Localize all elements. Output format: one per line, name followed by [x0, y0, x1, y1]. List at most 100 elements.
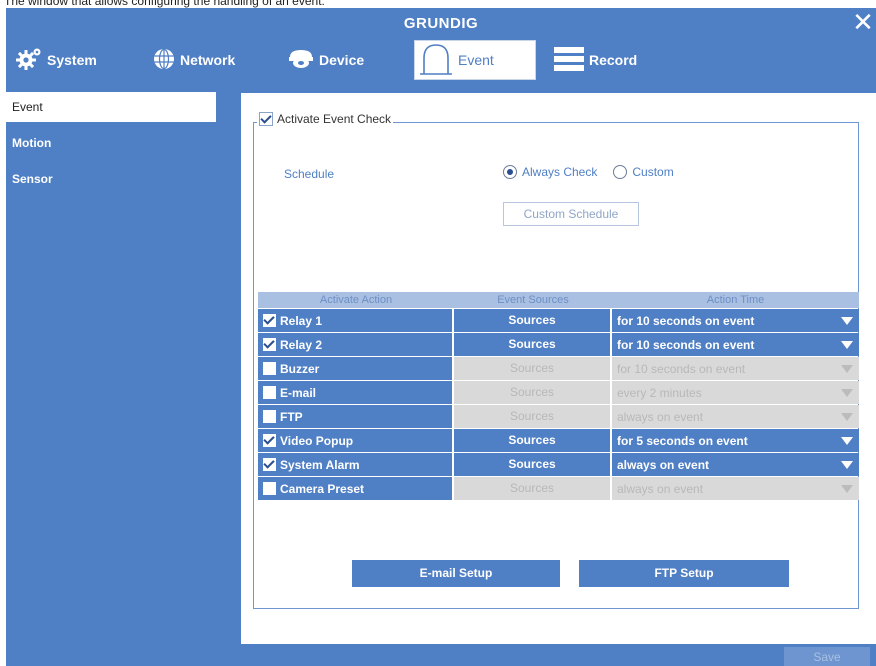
always-check-label: Always Check	[522, 165, 598, 179]
tab-network-label: Network	[180, 52, 236, 68]
sources-button[interactable]: Sources	[454, 405, 610, 428]
sources-button[interactable]: Sources	[454, 477, 610, 500]
sidebar-item-motion[interactable]: Motion	[6, 126, 218, 160]
chevron-down-icon	[841, 316, 853, 325]
header-action-time: Action Time	[706, 294, 765, 306]
save-button[interactable]: Save	[784, 647, 870, 666]
action-time-value: for 5 seconds on event	[617, 433, 748, 448]
schedule-label: Schedule	[284, 167, 335, 181]
tab-system-label: System	[47, 52, 97, 68]
table-row: FTP Sources always on event	[258, 405, 859, 428]
tab-record[interactable]: Record	[554, 40, 637, 80]
header-activate-action: Activate Action	[319, 294, 393, 306]
email-setup-button[interactable]: E-mail Setup	[352, 560, 560, 587]
action-cell: Video Popup	[258, 429, 452, 452]
action-checkbox[interactable]	[263, 386, 276, 399]
action-label: Camera Preset	[280, 481, 365, 496]
dvr-settings-window: GRUNDIG ✕ System Network Device Event Re…	[6, 8, 876, 666]
action-label: System Alarm	[280, 457, 360, 472]
action-cell: Buzzer	[258, 357, 452, 380]
sidebar-item-event[interactable]: Event	[6, 92, 216, 122]
tab-record-label: Record	[589, 52, 638, 68]
table-header: Activate Action Event Sources Action Tim…	[258, 292, 859, 308]
action-time-select[interactable]: for 10 seconds on event	[612, 309, 859, 332]
action-checkbox[interactable]	[263, 482, 276, 495]
action-label: Relay 2	[280, 337, 323, 352]
action-time-select[interactable]: always on event	[612, 405, 859, 428]
action-label: FTP	[280, 409, 303, 424]
action-time-select[interactable]: every 2 minutes	[612, 381, 859, 404]
action-checkbox[interactable]	[263, 314, 276, 327]
tab-device[interactable]: Device	[288, 40, 364, 80]
action-checkbox[interactable]	[263, 458, 276, 471]
custom-label: Custom	[632, 165, 674, 179]
action-time-select[interactable]: for 10 seconds on event	[612, 357, 859, 380]
action-time-value: always on event	[617, 409, 704, 424]
tab-event-label: Event	[458, 52, 494, 68]
sources-button[interactable]: Sources	[454, 453, 610, 476]
title-bar: GRUNDIG ✕	[6, 8, 876, 38]
tab-system[interactable]: System	[16, 40, 97, 80]
action-time-value: always on event	[617, 457, 710, 472]
action-time-select[interactable]: always on event	[612, 453, 859, 476]
tab-device-label: Device	[319, 52, 365, 68]
chevron-down-icon	[841, 388, 853, 397]
action-label: Relay 1	[280, 313, 323, 328]
action-checkbox[interactable]	[263, 338, 276, 351]
action-label: Buzzer	[280, 361, 320, 376]
action-time-select[interactable]: for 5 seconds on event	[612, 429, 859, 452]
table-row: Relay 1 Sources for 10 seconds on event	[258, 309, 859, 332]
gear-icon	[16, 47, 42, 74]
activate-event-label: Activate Event Check	[277, 112, 392, 126]
tab-event[interactable]: Event	[414, 40, 536, 80]
close-icon[interactable]: ✕	[852, 8, 874, 36]
header-event-sources: Event Sources	[497, 294, 569, 306]
action-time-select[interactable]: always on event	[612, 477, 859, 500]
action-time-value: for 10 seconds on event	[617, 337, 755, 352]
record-list-icon	[554, 46, 584, 75]
chevron-down-icon	[841, 484, 853, 493]
action-cell: E-mail	[258, 381, 452, 404]
action-checkbox[interactable]	[263, 434, 276, 447]
sidebar: Event Motion Sensor	[6, 92, 218, 198]
action-time-value: for 10 seconds on event	[617, 361, 746, 376]
table-row: Camera Preset Sources always on event	[258, 477, 859, 500]
camera-icon	[288, 48, 314, 73]
activate-event-checkbox[interactable]	[259, 112, 273, 126]
action-cell: Relay 2	[258, 333, 452, 356]
action-checkbox[interactable]	[263, 410, 276, 423]
sources-button[interactable]: Sources	[454, 429, 610, 452]
globe-icon	[153, 48, 175, 73]
chevron-down-icon	[841, 412, 853, 421]
action-checkbox[interactable]	[263, 362, 276, 375]
action-time-select[interactable]: for 10 seconds on event	[612, 333, 859, 356]
activate-event-check[interactable]: Activate Event Check	[257, 112, 394, 126]
sources-button[interactable]: Sources	[454, 333, 610, 356]
ftp-setup-button[interactable]: FTP Setup	[579, 560, 789, 587]
action-label: Video Popup	[280, 433, 354, 448]
action-time-value: always on event	[617, 481, 704, 496]
action-time-value: for 10 seconds on event	[617, 313, 755, 328]
table-row: System Alarm Sources always on event	[258, 453, 859, 476]
custom-radio[interactable]	[613, 165, 628, 179]
window-title: GRUNDIG	[403, 15, 479, 32]
sources-button[interactable]: Sources	[454, 357, 610, 380]
sources-button[interactable]: Sources	[454, 309, 610, 332]
custom-schedule-button[interactable]: Custom Schedule	[503, 202, 639, 226]
action-cell: System Alarm	[258, 453, 452, 476]
table-row: E-mail Sources every 2 minutes	[258, 381, 859, 404]
schedule-radio-group: Always Check Custom	[503, 165, 674, 179]
caption-text: The window that allows configuring the h…	[4, 0, 325, 8]
alarm-bell-icon	[419, 42, 453, 79]
chevron-down-icon	[841, 364, 853, 373]
action-time-value: every 2 minutes	[617, 385, 702, 400]
sidebar-item-sensor[interactable]: Sensor	[6, 162, 218, 196]
sources-button[interactable]: Sources	[454, 381, 610, 404]
chevron-down-icon	[841, 436, 853, 445]
tab-network[interactable]: Network	[153, 40, 235, 80]
action-cell: Relay 1	[258, 309, 452, 332]
always-check-radio[interactable]	[503, 165, 517, 179]
action-label: E-mail	[280, 385, 317, 400]
table-row: Video Popup Sources for 5 seconds on event	[258, 429, 859, 452]
table-body: Relay 1 Sources for 10 seconds on event Rel…	[258, 309, 859, 500]
